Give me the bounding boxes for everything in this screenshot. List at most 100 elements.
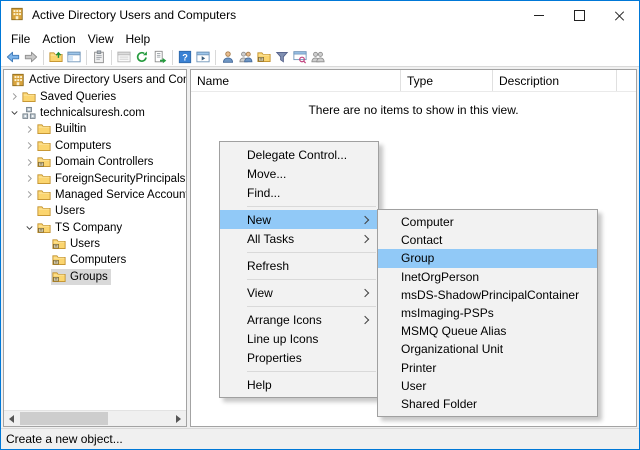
export-list-icon[interactable] <box>152 49 168 65</box>
tree-item-computers[interactable]: Computers <box>4 252 186 268</box>
tree-node-users[interactable]: Users <box>36 203 88 219</box>
column-header-type[interactable]: Type <box>401 70 493 91</box>
menubar-item-file[interactable]: File <box>5 31 36 47</box>
expander-placeholder <box>37 270 51 284</box>
tree-node-builtin[interactable]: Builtin <box>36 121 89 137</box>
column-header-description[interactable]: Description <box>493 70 617 91</box>
context-menu-item-all-tasks[interactable]: All Tasks <box>220 229 378 248</box>
context-menu-item-properties[interactable]: Properties <box>220 348 378 367</box>
expander-collapsed-icon[interactable] <box>22 172 36 186</box>
context-menu-item-refresh[interactable]: Refresh <box>220 256 378 275</box>
context-menu-item-move[interactable]: Move... <box>220 164 378 183</box>
expander-collapsed-icon[interactable] <box>22 139 36 153</box>
tree-item-domain-controllers[interactable]: Domain Controllers <box>4 154 186 170</box>
context-menu-item-new[interactable]: New <box>220 210 378 229</box>
tree-item-computers[interactable]: Computers <box>4 138 186 154</box>
tree-node-saved-queries[interactable]: Saved Queries <box>21 89 119 105</box>
column-header-name[interactable]: Name <box>191 70 401 91</box>
close-button[interactable] <box>599 1 639 29</box>
expander-collapsed-icon[interactable] <box>7 90 21 104</box>
tree-item-saved-queries[interactable]: Saved Queries <box>4 88 186 104</box>
ou-icon <box>52 270 66 284</box>
tree-item-active-directory-users-and-computers[interactable]: Active Directory Users and Computers <box>4 72 186 88</box>
minimize-button[interactable] <box>519 1 559 29</box>
context-menu-item-view[interactable]: View <box>220 283 378 302</box>
context-menu-item-line-up-icons[interactable]: Line up Icons <box>220 329 378 348</box>
submenu-item-msds-shadowprincipalcontainer[interactable]: msDS-ShadowPrincipalContainer <box>378 286 597 304</box>
tree-node-computers[interactable]: Computers <box>51 252 129 268</box>
clipboard-icon[interactable] <box>91 49 107 65</box>
tree-node-foreignsecurityprincipals[interactable]: ForeignSecurityPrincipals <box>36 171 186 187</box>
find-icon[interactable] <box>292 49 308 65</box>
menu-separator <box>247 370 376 372</box>
submenu-item-computer[interactable]: Computer <box>378 213 597 231</box>
ou-icon <box>52 237 66 251</box>
help-icon[interactable]: ? <box>177 49 193 65</box>
context-menu-item-find[interactable]: Find... <box>220 183 378 202</box>
back-icon[interactable] <box>5 49 21 65</box>
expander-collapsed-icon[interactable] <box>22 155 36 169</box>
maximize-icon <box>573 9 585 21</box>
tree-label: Computers <box>70 254 127 267</box>
tree-item-groups[interactable]: Groups <box>4 268 186 285</box>
new-user-icon[interactable] <box>220 49 236 65</box>
tree-label: Users <box>70 238 101 251</box>
submenu-item-organizational-unit[interactable]: Organizational Unit <box>378 340 597 358</box>
submenu-item-msmq-queue-alias[interactable]: MSMQ Queue Alias <box>378 322 597 340</box>
submenu-item-printer[interactable]: Printer <box>378 359 597 377</box>
up-level-icon[interactable] <box>48 49 64 65</box>
tree-node-ts-company[interactable]: TS Company <box>36 220 125 236</box>
menubar-item-action[interactable]: Action <box>36 31 81 47</box>
submenu-item-msimaging-psps[interactable]: msImaging-PSPs <box>378 304 597 322</box>
tree-item-managed-service-accounts[interactable]: Managed Service Accounts <box>4 187 186 203</box>
submenu-item-shared-folder[interactable]: Shared Folder <box>378 395 597 413</box>
refresh-icon[interactable] <box>134 49 150 65</box>
filter-icon[interactable] <box>274 49 290 65</box>
context-menu-item-delegate-control[interactable]: Delegate Control... <box>220 145 378 164</box>
tree-node-computers[interactable]: Computers <box>36 138 114 154</box>
maximize-button[interactable] <box>559 1 599 29</box>
expander-expanded-icon[interactable] <box>7 106 21 120</box>
new-ou-icon[interactable] <box>256 49 272 65</box>
tree-item-technicalsuresh-com[interactable]: technicalsuresh.com <box>4 105 186 121</box>
tree-node-managed-service-accounts[interactable]: Managed Service Accounts <box>36 187 186 203</box>
tree-item-foreignsecurityprincipals[interactable]: ForeignSecurityPrincipals <box>4 170 186 186</box>
submenu-item-label: InetOrgPerson <box>401 269 480 284</box>
expander-collapsed-icon[interactable] <box>22 188 36 202</box>
special-group-icon[interactable] <box>310 49 326 65</box>
list-header: Name Type Description <box>191 70 636 92</box>
expander-collapsed-icon[interactable] <box>22 122 36 136</box>
console-tree-icon[interactable] <box>66 49 82 65</box>
submenu-item-contact[interactable]: Contact <box>378 231 597 249</box>
new-window-icon[interactable] <box>195 49 211 65</box>
tree-item-users[interactable]: Users <box>4 203 186 219</box>
context-menu-item-arrange-icons[interactable]: Arrange Icons <box>220 310 378 329</box>
expander-expanded-icon[interactable] <box>22 221 36 235</box>
tree-horizontal-scrollbar[interactable] <box>4 410 186 426</box>
tree-item-users[interactable]: Users <box>4 236 186 252</box>
tree-item-ts-company[interactable]: TS Company <box>4 220 186 236</box>
menubar-item-help[interactable]: Help <box>120 31 157 47</box>
scrollbar-thumb[interactable] <box>20 412 108 425</box>
ou-icon <box>52 253 66 267</box>
tree-node-technicalsuresh-com[interactable]: technicalsuresh.com <box>21 105 148 121</box>
list-window-icon[interactable] <box>116 49 132 65</box>
submenu-arrow-icon <box>360 315 370 324</box>
tree-node-domain-controllers[interactable]: Domain Controllers <box>36 154 156 170</box>
menu-separator <box>247 205 376 207</box>
context-menu-item-help[interactable]: Help <box>220 375 378 394</box>
scroll-left-button[interactable] <box>4 411 19 426</box>
scroll-right-button[interactable] <box>171 411 186 426</box>
menubar-item-view[interactable]: View <box>82 31 120 47</box>
tree-node-groups[interactable]: Groups <box>51 268 111 285</box>
tree-node-users[interactable]: Users <box>51 236 103 252</box>
tree-item-builtin[interactable]: Builtin <box>4 121 186 137</box>
tree-node-active-directory-users-and-computers[interactable]: Active Directory Users and Computers <box>10 72 186 88</box>
new-group-icon[interactable] <box>238 49 254 65</box>
submenu-item-inetorgperson[interactable]: InetOrgPerson <box>378 268 597 286</box>
submenu-item-user[interactable]: User <box>378 377 597 395</box>
toolbar-separator <box>172 49 173 65</box>
submenu-item-group[interactable]: Group <box>378 249 597 268</box>
forward-icon[interactable] <box>23 49 39 65</box>
menu-item-label: Line up Icons <box>247 331 319 346</box>
